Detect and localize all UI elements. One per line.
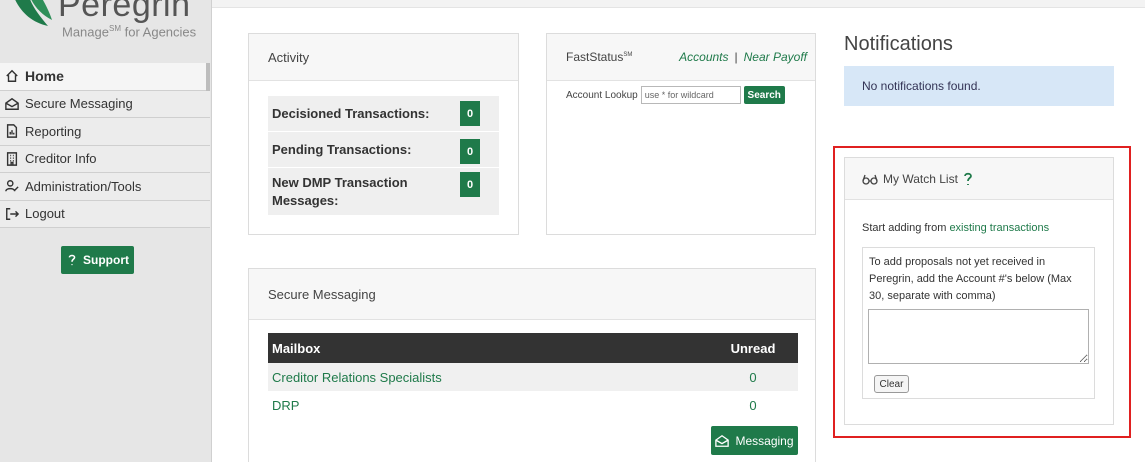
table-row[interactable]: Creditor Relations Specialists 0 xyxy=(268,363,798,391)
activity-row-pending[interactable]: Pending Transactions: 0 xyxy=(268,132,499,167)
support-label: Support xyxy=(83,253,129,267)
sidebar-item-logout[interactable]: Logout xyxy=(0,200,210,228)
logout-icon xyxy=(4,206,20,222)
count-badge: 0 xyxy=(460,101,480,126)
activity-row-decisioned[interactable]: Decisioned Transactions: 0 xyxy=(268,96,499,131)
watch-list-title: My Watch List xyxy=(883,171,958,186)
sidebar-item-label: Creditor Info xyxy=(25,151,97,167)
messaging-label: Messaging xyxy=(735,433,794,448)
sidebar-item-administration-tools[interactable]: Administration/Tools xyxy=(0,173,210,201)
mailbox-link[interactable]: DRP xyxy=(268,398,708,413)
add-accounts-box: To add proposals not yet received in Per… xyxy=(862,247,1095,399)
activity-row-dmp-messages[interactable]: New DMP Transaction Messages: 0 xyxy=(268,168,499,215)
mailbox-link[interactable]: Creditor Relations Specialists xyxy=(268,370,708,385)
notifications-title: Notifications xyxy=(844,33,953,55)
watch-list-panel: My Watch List Start adding from existing… xyxy=(844,157,1114,425)
envelope-icon xyxy=(4,96,20,112)
question-icon xyxy=(68,254,76,266)
near-payoff-link[interactable]: Near Payoff xyxy=(744,50,807,64)
activity-label: Pending Transactions: xyxy=(272,141,412,157)
sidebar-item-home[interactable]: Home xyxy=(0,63,210,91)
faststatus-panel: FastStatusSM Accounts | Near Payoff Accoun… xyxy=(546,33,816,235)
activity-label: Decisioned Transactions: xyxy=(272,105,430,121)
account-lookup-label: Account Lookup xyxy=(566,89,638,101)
user-tools-icon xyxy=(4,178,20,194)
sidebar-scrollbar[interactable] xyxy=(206,63,210,91)
column-header-unread: Unread xyxy=(730,340,776,356)
link-separator: | xyxy=(734,50,738,64)
sidebar-item-label: Reporting xyxy=(25,123,82,139)
activity-label: New DMP Transaction Messages: xyxy=(272,174,408,208)
building-icon xyxy=(4,151,20,167)
count-badge: 0 xyxy=(460,139,480,164)
sidebar-item-label: Logout xyxy=(25,206,65,222)
sidebar-item-reporting[interactable]: Reporting xyxy=(0,118,210,146)
sidebar-item-label: Secure Messaging xyxy=(25,96,133,112)
report-icon xyxy=(4,123,20,139)
table-header: Mailbox Unread xyxy=(268,333,798,363)
unread-count: 0 xyxy=(749,397,757,413)
account-lookup-input[interactable] xyxy=(640,86,741,104)
faststatus-title: FastStatusSM xyxy=(566,50,633,64)
sidebar-item-label: Administration/Tools xyxy=(25,178,142,194)
glasses-icon xyxy=(862,174,878,185)
existing-transactions-link[interactable]: existing transactions xyxy=(949,222,1049,234)
column-header-mailbox: Mailbox xyxy=(272,340,321,356)
count-badge: 0 xyxy=(460,172,480,197)
help-icon[interactable] xyxy=(962,172,974,186)
peregrin-leaf-icon xyxy=(15,0,52,26)
secure-messaging-panel: Secure Messaging Mailbox Unread Creditor… xyxy=(248,268,816,462)
clear-button[interactable]: Clear xyxy=(874,375,909,393)
brand-tagline: ManageSM for Agencies xyxy=(62,24,197,40)
accounts-link[interactable]: Accounts xyxy=(679,50,728,64)
sidebar-item-label: Home xyxy=(25,68,64,85)
sidebar-item-creditor-info[interactable]: Creditor Info xyxy=(0,145,210,173)
mailbox-table: Mailbox Unread Creditor Relations Specia… xyxy=(268,333,798,419)
support-button[interactable]: Support xyxy=(61,246,134,274)
envelope-icon xyxy=(715,434,730,447)
search-button[interactable]: Search xyxy=(743,86,785,104)
add-accounts-instructions: To add proposals not yet received in Per… xyxy=(869,256,1072,302)
account-numbers-input[interactable] xyxy=(868,309,1089,364)
logo[interactable]: Peregrin ManageSM for Agencies xyxy=(0,0,212,60)
watch-list-start-text: Start adding from existing transactions xyxy=(862,222,1050,234)
brand-name: Peregrin xyxy=(58,0,191,24)
activity-title: Activity xyxy=(249,34,518,81)
sidebar: Peregrin ManageSM for Agencies Home Secu… xyxy=(0,0,212,462)
unread-count: 0 xyxy=(749,369,757,385)
home-icon xyxy=(4,68,20,84)
sidebar-nav: Home Secure Messaging Reporting Creditor… xyxy=(0,63,210,228)
messaging-button[interactable]: Messaging xyxy=(711,426,798,455)
notifications-empty-message: No notifications found. xyxy=(844,66,1114,106)
top-bar xyxy=(212,0,1145,8)
activity-panel: Activity Decisioned Transactions: 0 Pend… xyxy=(248,33,519,235)
secure-messaging-title: Secure Messaging xyxy=(249,269,815,320)
account-lookup: Account Lookup Search xyxy=(566,86,785,104)
sidebar-item-secure-messaging[interactable]: Secure Messaging xyxy=(0,90,210,118)
table-row[interactable]: DRP 0 xyxy=(268,391,798,419)
